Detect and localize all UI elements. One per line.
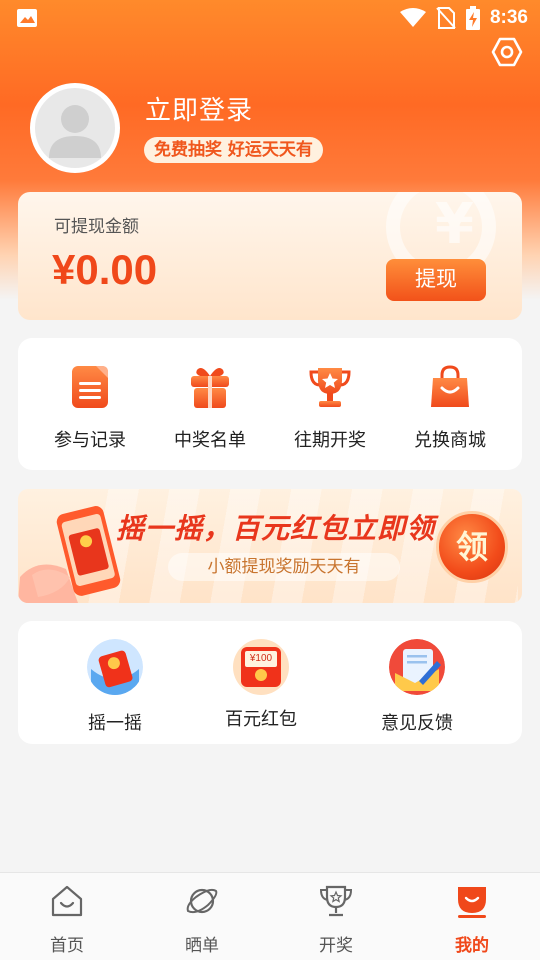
tab-label: 我的: [455, 936, 489, 956]
no-sim-icon: [436, 7, 456, 29]
settings-icon[interactable]: [491, 36, 523, 68]
red-packet-100-icon: ¥100: [233, 639, 289, 695]
tab-label: 开奖: [319, 936, 353, 956]
tab-lottery[interactable]: 开奖: [286, 883, 386, 956]
tab-showcase[interactable]: 晒单: [152, 883, 252, 956]
shake-banner[interactable]: 摇一摇，百元红包立即领 小额提现奖励天天有 领: [18, 489, 522, 603]
withdraw-button[interactable]: 提现: [386, 259, 486, 301]
gallery-icon: [17, 9, 37, 27]
red-packet-amount: ¥100: [245, 651, 277, 667]
default-user-icon: [49, 105, 101, 158]
menu-item-winners[interactable]: 中奖名单: [150, 364, 270, 452]
tool-item-label: 百元红包: [225, 709, 297, 730]
wallet-label: 可提现金额: [54, 217, 139, 237]
home-icon: [51, 885, 83, 917]
status-bar: 8:36: [0, 0, 540, 36]
tab-home[interactable]: 首页: [17, 883, 117, 956]
tool-item-red-packet[interactable]: ¥100 百元红包: [196, 639, 326, 731]
menu-item-label: 往期开奖: [294, 430, 366, 451]
wallet-card: ¥ 可提现金额 ¥0.00 提现: [18, 192, 522, 320]
gift-icon: [191, 368, 229, 408]
banner-subtitle-pill: 小额提现奖励天天有: [168, 553, 400, 581]
tab-bar: 首页 晒单 开奖 我的: [0, 872, 540, 960]
menu-item-label: 中奖名单: [174, 430, 246, 451]
menu-item-label: 兑换商城: [414, 430, 486, 451]
status-time: 8:36: [489, 7, 528, 28]
tools-card: 摇一摇 ¥100 百元红包 意见反馈: [18, 621, 522, 744]
avatar[interactable]: [30, 83, 120, 173]
tab-profile[interactable]: 我的: [422, 883, 522, 956]
claim-button[interactable]: 领: [436, 511, 508, 583]
wifi-icon: [399, 8, 426, 27]
menu-item-label: 参与记录: [54, 430, 126, 451]
shopping-bag-icon: [431, 365, 469, 407]
trophy-icon: [309, 368, 351, 407]
tool-item-label: 意见反馈: [381, 713, 453, 734]
tab-label: 首页: [50, 936, 84, 956]
shake-red-packet-icon: [87, 639, 143, 695]
banner-title: 摇一摇，百元红包立即领: [116, 512, 436, 545]
tool-item-shake[interactable]: 摇一摇: [50, 639, 180, 735]
battery-charging-icon: [465, 6, 480, 30]
tab-label: 晒单: [185, 936, 219, 956]
yen-watermark-glyph: ¥: [435, 192, 474, 257]
menu-card: 参与记录 中奖名单 往期开奖 兑换商城: [18, 338, 522, 470]
tool-item-feedback[interactable]: 意见反馈: [352, 639, 482, 735]
planet-icon: [186, 888, 218, 914]
slogan-badge: 免费抽奖 好运天天有: [144, 137, 323, 163]
profile-icon: [458, 887, 486, 918]
trophy-icon: [319, 885, 353, 917]
menu-item-participation[interactable]: 参与记录: [30, 364, 150, 452]
wallet-amount: ¥0.00: [52, 246, 158, 293]
menu-item-mall[interactable]: 兑换商城: [390, 364, 510, 452]
menu-item-past-draws[interactable]: 往期开奖: [270, 364, 390, 452]
banner-subtitle: 小额提现奖励天天有: [207, 557, 361, 577]
tool-item-label: 摇一摇: [88, 713, 142, 734]
login-link[interactable]: 立即登录: [145, 90, 253, 127]
clipboard-icon: [72, 366, 108, 408]
feedback-icon: [389, 639, 445, 695]
